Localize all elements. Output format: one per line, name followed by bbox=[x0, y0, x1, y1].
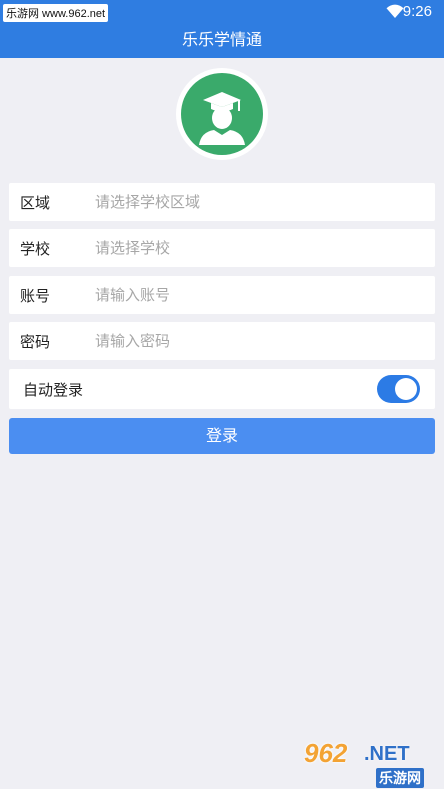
account-field[interactable]: 账号 bbox=[9, 276, 435, 314]
site-label: 乐游网 www.962.net bbox=[3, 4, 109, 22]
status-bar: 乐游网 www.962.net 9:26 bbox=[0, 0, 444, 24]
auto-login-label: 自动登录 bbox=[23, 381, 84, 399]
login-button[interactable]: 登录 bbox=[9, 418, 435, 454]
auto-login-row: 自动登录 bbox=[9, 369, 435, 409]
region-input[interactable] bbox=[95, 183, 415, 221]
school-field[interactable]: 学校 bbox=[9, 229, 435, 267]
region-field[interactable]: 区域 bbox=[9, 183, 435, 221]
school-input[interactable] bbox=[95, 229, 415, 267]
password-input[interactable] bbox=[95, 322, 415, 360]
password-label: 密码 bbox=[20, 333, 51, 351]
school-label: 学校 bbox=[20, 240, 51, 258]
account-input[interactable] bbox=[95, 276, 415, 314]
auto-login-toggle[interactable] bbox=[377, 375, 420, 403]
graduate-avatar-icon bbox=[181, 73, 263, 155]
password-field[interactable]: 密码 bbox=[9, 322, 435, 360]
watermark-cn: 乐游网 bbox=[376, 768, 424, 788]
watermark-logo: 962 .NET 乐游网 bbox=[304, 738, 440, 789]
avatar bbox=[176, 68, 268, 160]
app-bar: 乐乐学情通 bbox=[0, 24, 444, 58]
watermark-962: 962 bbox=[304, 738, 348, 768]
watermark-net: .NET bbox=[364, 743, 410, 765]
app-title: 乐乐学情通 bbox=[181, 30, 262, 49]
toggle-knob bbox=[395, 378, 417, 400]
account-label: 账号 bbox=[20, 287, 51, 305]
region-label: 区域 bbox=[20, 194, 51, 212]
wifi-icon bbox=[386, 4, 404, 23]
status-time: 9:26 bbox=[402, 3, 432, 20]
